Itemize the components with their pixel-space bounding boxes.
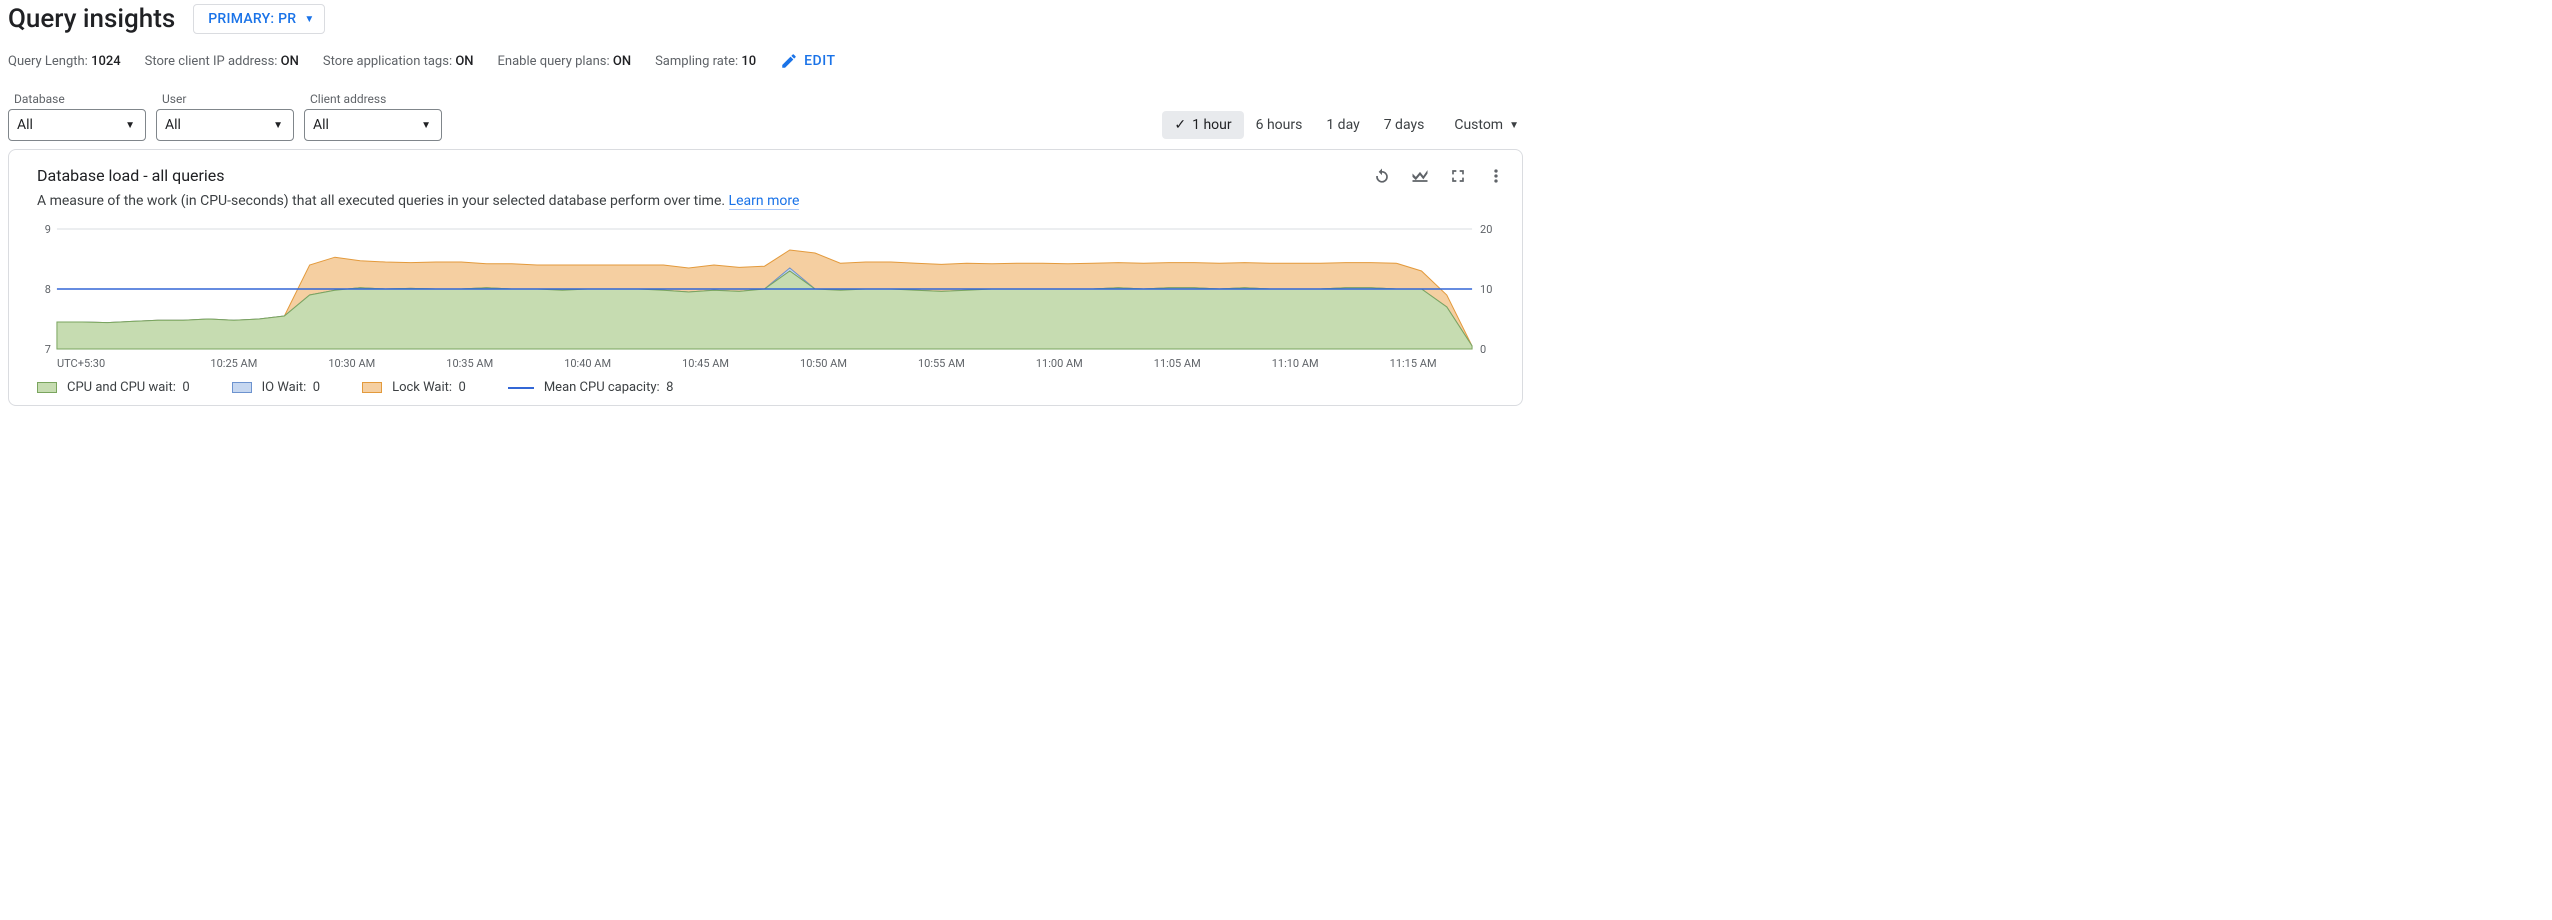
legend-swatch [232, 382, 252, 393]
setting-enable-query-plans: Enable query plans: ON [498, 54, 632, 69]
filter-user: User All ▼ [156, 92, 294, 141]
chart-canvas: 7 8 9 0 10 20 [23, 223, 1508, 355]
setting-store-client-ip: Store client IP address: ON [145, 54, 299, 69]
legend-lock-wait[interactable]: Lock Wait: 0 [362, 380, 466, 395]
chart-x-axis-labels: UTC+5:3010:25 AM10:30 AM10:35 AM10:40 AM… [23, 357, 1508, 370]
legend-swatch [37, 382, 57, 393]
card-title: Database load - all queries [37, 166, 799, 185]
time-range-1hour[interactable]: ✓ 1 hour [1162, 111, 1243, 139]
svg-text:10: 10 [1480, 283, 1492, 296]
filter-user-select[interactable]: All ▼ [156, 109, 294, 141]
database-load-card: Database load - all queries A measure of… [8, 149, 1523, 406]
filter-database-label: Database [8, 92, 146, 106]
legend-cpu-wait[interactable]: CPU and CPU wait: 0 [37, 380, 190, 395]
filters-left: Database All ▼ User All ▼ Client address… [8, 92, 442, 141]
filter-client-address: Client address All ▼ [304, 92, 442, 141]
chevron-down-icon: ▼ [304, 14, 314, 25]
chevron-down-icon: ▼ [421, 120, 431, 131]
chevron-down-icon: ▼ [273, 120, 283, 131]
time-range-1day[interactable]: 1 day [1314, 111, 1371, 139]
legend-swatch [508, 387, 534, 389]
svg-text:7: 7 [45, 343, 51, 355]
legend-swatch [362, 382, 382, 393]
setting-query-length: Query Length: 1024 [8, 54, 121, 69]
svg-text:8: 8 [45, 283, 51, 296]
filters-row: Database All ▼ User All ▼ Client address… [0, 92, 1531, 141]
svg-text:20: 20 [1480, 223, 1492, 236]
legend-mean-cpu-capacity[interactable]: Mean CPU capacity: 8 [508, 380, 674, 395]
time-range-6hours[interactable]: 6 hours [1244, 111, 1315, 139]
database-load-chart[interactable]: 7 8 9 0 10 20 [23, 223, 1508, 355]
filter-client-address-label: Client address [304, 92, 442, 106]
page-title: Query insights [8, 4, 175, 34]
learn-more-link[interactable]: Learn more [729, 193, 800, 210]
page-header: Query insights PRIMARY: PR ▼ [0, 4, 1531, 34]
time-range-custom[interactable]: Custom ▼ [1442, 111, 1531, 139]
time-range-7days[interactable]: 7 days [1372, 111, 1437, 139]
check-icon: ✓ [1174, 117, 1186, 133]
svg-text:9: 9 [45, 223, 51, 236]
filter-database-select[interactable]: All ▼ [8, 109, 146, 141]
chevron-down-icon: ▼ [125, 120, 135, 131]
chevron-down-icon: ▼ [1509, 120, 1519, 131]
card-description: A measure of the work (in CPU-seconds) t… [37, 193, 799, 209]
filter-user-label: User [156, 92, 294, 106]
filter-database: Database All ▼ [8, 92, 146, 141]
pencil-icon [780, 52, 798, 70]
time-range-selector: ✓ 1 hour 6 hours 1 day 7 days Custom ▼ [1162, 111, 1531, 139]
card-header: Database load - all queries A measure of… [23, 166, 1508, 219]
legend-toggle-icon[interactable] [1410, 166, 1430, 186]
filter-client-address-select[interactable]: All ▼ [304, 109, 442, 141]
fullscreen-icon[interactable] [1448, 166, 1468, 186]
svg-text:0: 0 [1480, 343, 1486, 355]
card-toolbar [1372, 166, 1508, 186]
instance-selector-label: PRIMARY: PR [208, 11, 296, 27]
instance-selector[interactable]: PRIMARY: PR ▼ [193, 4, 325, 34]
legend-io-wait[interactable]: IO Wait: 0 [232, 380, 320, 395]
edit-settings-button[interactable]: EDIT [780, 52, 835, 70]
setting-sampling-rate: Sampling rate: 10 [655, 54, 756, 69]
more-options-icon[interactable] [1486, 166, 1506, 186]
setting-store-app-tags: Store application tags: ON [323, 54, 474, 69]
insights-settings-summary: Query Length: 1024 Store client IP addre… [0, 52, 1531, 70]
reset-zoom-icon[interactable] [1372, 166, 1392, 186]
chart-legend: CPU and CPU wait: 0 IO Wait: 0 Lock Wait… [37, 380, 1508, 395]
